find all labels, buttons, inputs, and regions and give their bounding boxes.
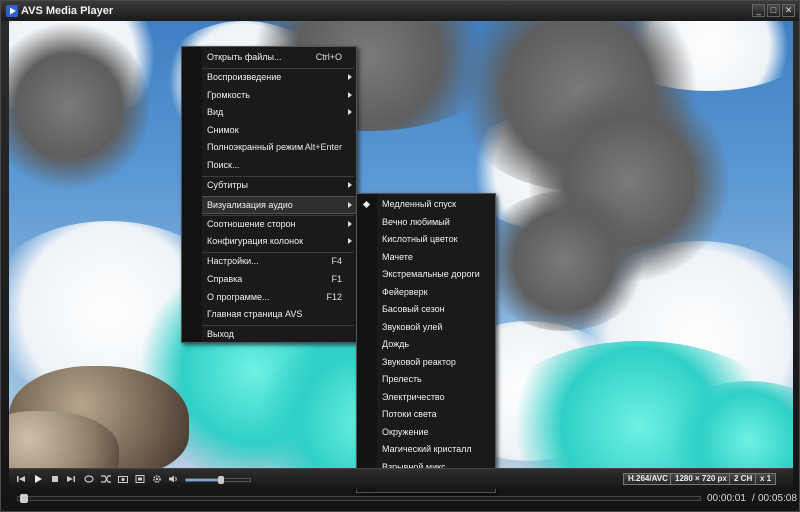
visualization-item[interactable]: Звуковой реактор (377, 354, 495, 371)
visualization-item-label: Звуковой реактор (382, 356, 456, 367)
volume-slider[interactable] (185, 476, 251, 484)
chevron-right-icon (348, 202, 352, 208)
visualization-item[interactable]: Потоки света (377, 406, 495, 423)
menu-item-view[interactable]: Вид (202, 104, 356, 121)
visualization-item[interactable]: Магический кристалл (377, 441, 495, 458)
minimize-button[interactable]: _ (752, 4, 765, 17)
prev-icon[interactable] (15, 473, 27, 485)
menu-item-settings[interactable]: Настройки... F4 (202, 253, 356, 270)
visualization-submenu: Медленный спуск Вечно любимый Кислотный цв… (356, 193, 496, 493)
next-icon[interactable] (65, 473, 77, 485)
visualization-item-label: Звуковой улей (382, 321, 443, 332)
codec-badge: H.264/AVC (623, 473, 673, 485)
visualization-item[interactable]: Окружение (377, 424, 495, 441)
maximize-button[interactable]: □ (767, 4, 780, 17)
volume-fill (186, 479, 222, 481)
visualization-item[interactable]: Звуковой улей (377, 319, 495, 336)
close-button[interactable]: ✕ (782, 4, 795, 17)
chevron-right-icon (348, 221, 352, 227)
menu-item-volume[interactable]: Громкость (202, 87, 356, 104)
menu-item-fullscreen[interactable]: Полноэкранный режим Alt+Enter (202, 139, 356, 156)
volume-icon[interactable] (167, 473, 179, 485)
total-time: 00:05:08 (758, 493, 797, 504)
menu-item-about[interactable]: О программе... F12 (202, 289, 356, 306)
visualization-item-label: Фейерверк (382, 286, 428, 297)
visualization-item-label: Вечно любимый (382, 216, 450, 227)
chevron-right-icon (348, 109, 352, 115)
visualization-item-label: Прелесть (382, 374, 422, 384)
menu-item-search[interactable]: Поиск... (202, 157, 356, 174)
menu-item-open-files[interactable]: Открыть файлы... Ctrl+O (202, 49, 356, 66)
visualization-item[interactable]: Басовый сезон (377, 301, 495, 318)
current-time: 00:00:01 (707, 493, 746, 504)
visualization-item-label: Магический кристалл (382, 444, 472, 454)
visualization-item[interactable]: Экстремальные дороги (377, 266, 495, 283)
visualization-item-label: Кислотный цветок (382, 234, 458, 244)
visualization-item[interactable]: Кислотный цветок (377, 231, 495, 248)
visualization-item-label: Экстремальные дороги (382, 269, 480, 279)
menu-item-avs-homepage[interactable]: Главная страница AVS (202, 306, 356, 323)
context-menu: Открыть файлы... Ctrl+O Воспроизведение … (181, 46, 357, 343)
visualization-item-label: Потоки света (382, 409, 437, 419)
fullscreen-icon[interactable] (134, 473, 146, 485)
title-bar[interactable]: AVS Media Player _ □ ✕ (1, 1, 799, 21)
stop-icon[interactable] (49, 473, 61, 485)
visualization-item[interactable]: Мачете (377, 249, 495, 266)
player-window: AVS Media Player _ □ ✕ Открыть файлы... (0, 0, 800, 512)
window-title: AVS Media Player (21, 5, 114, 17)
menu-item-aspect-ratio[interactable]: Соотношение сторон (202, 216, 356, 233)
settings-icon[interactable] (151, 473, 163, 485)
shuffle-icon[interactable] (100, 473, 112, 485)
chevron-right-icon (348, 238, 352, 244)
menu-item-snapshot[interactable]: Снимок (202, 122, 356, 139)
visualization-item[interactable]: Прелесть (377, 371, 495, 388)
menu-item-playback[interactable]: Воспроизведение (202, 69, 356, 86)
menu-item-subtitles[interactable]: Субтитры (202, 177, 356, 194)
chevron-right-icon (348, 92, 352, 98)
seek-thumb[interactable] (20, 494, 29, 503)
app-logo-icon (6, 5, 18, 17)
menu-item-exit[interactable]: Выход (202, 326, 356, 343)
menu-item-help[interactable]: Справка F1 (202, 271, 356, 288)
menu-item-audio-visualization[interactable]: Визуализация аудио (202, 196, 356, 214)
chevron-right-icon (348, 182, 352, 188)
speed-badge[interactable]: x 1 (755, 473, 777, 485)
snapshot-icon[interactable] (117, 473, 129, 485)
visualization-item[interactable]: Вечно любимый (377, 214, 495, 231)
visualization-item-label: Басовый сезон (382, 304, 445, 314)
visualization-item[interactable]: Электричество (377, 389, 495, 406)
visualization-item-label: Медленный спуск (382, 199, 457, 209)
visualization-item-label: Мачете (382, 251, 413, 262)
visualization-item-label: Электричество (382, 391, 445, 402)
play-icon[interactable] (32, 473, 44, 485)
visualization-item-label: Дождь (382, 339, 410, 349)
visualization-item[interactable]: Дождь (377, 336, 495, 353)
channels-badge: 2 CH (729, 473, 758, 485)
player-controls: H.264/AVC 1280 × 720 px 2 CH x 1 (9, 468, 793, 489)
chevron-right-icon (348, 74, 352, 80)
seek-bar[interactable] (17, 494, 701, 503)
visualization-item[interactable]: Фейерверк (377, 284, 495, 301)
visualization-item[interactable]: Медленный спуск (362, 196, 495, 213)
visualization-item-label: Окружение (382, 426, 429, 437)
time-separator: / (752, 493, 755, 504)
resolution-badge: 1280 × 720 px (670, 473, 732, 485)
menu-item-speaker-config[interactable]: Конфигурация колонок (202, 233, 356, 250)
volume-thumb[interactable] (218, 476, 225, 484)
repeat-icon[interactable] (83, 473, 95, 485)
